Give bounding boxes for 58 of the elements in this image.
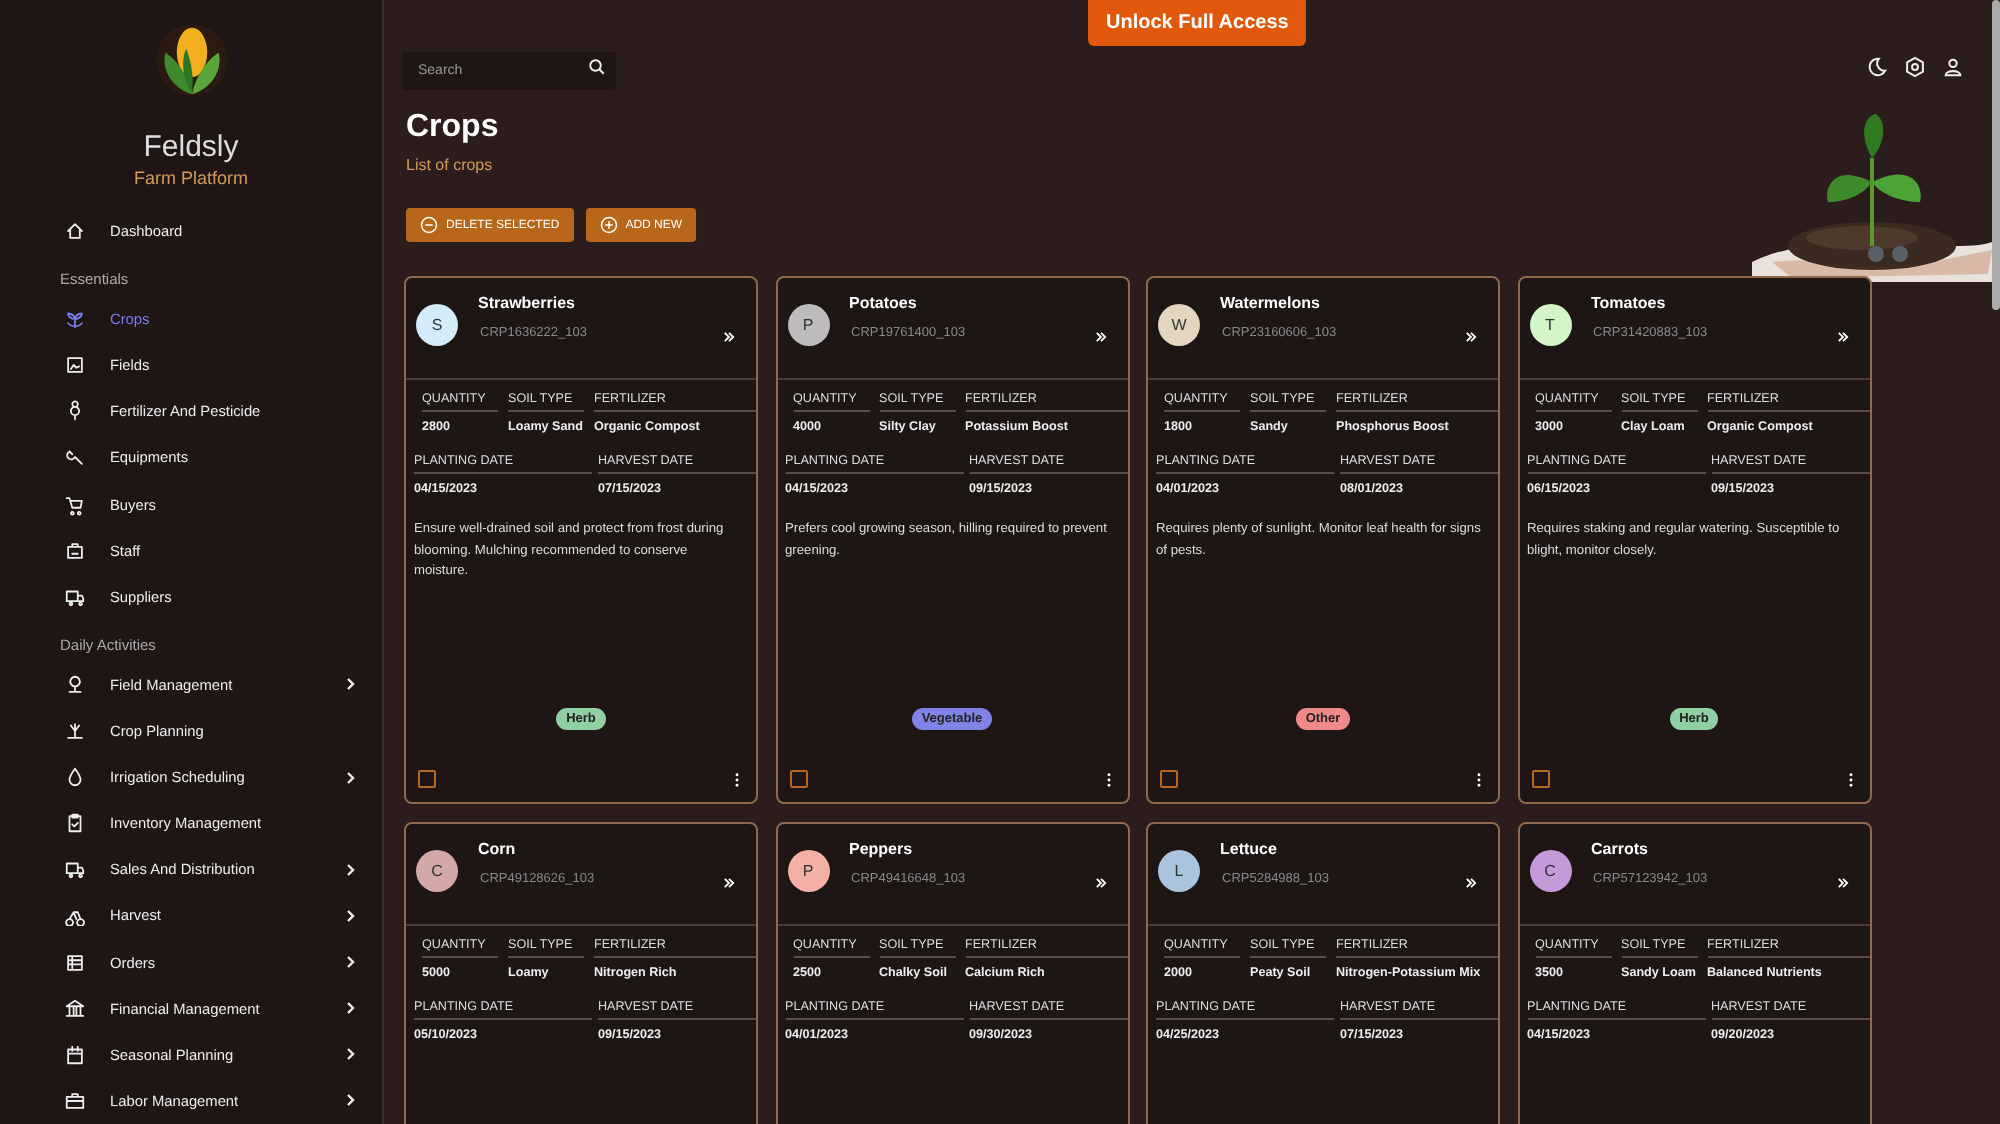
avatar: T [1529, 304, 1571, 346]
brand-tagline: Farm Platform [133, 168, 248, 188]
calendar-icon [64, 1043, 86, 1066]
avatar: P [787, 304, 829, 346]
list-icon [64, 951, 86, 974]
brand-name: Feldsly [143, 130, 239, 164]
bank-icon [64, 997, 86, 1020]
truck-icon [64, 858, 86, 881]
checkbox[interactable] [1160, 770, 1178, 788]
avatar: C [1529, 850, 1571, 892]
drop-icon [64, 766, 86, 789]
home-icon [64, 220, 86, 243]
wrench-icon [64, 446, 86, 469]
double-chevron-icon[interactable] [1093, 330, 1107, 344]
image-icon [64, 354, 86, 377]
more-icon[interactable] [1476, 771, 1482, 787]
crop-name: Lettuce [1220, 840, 1279, 858]
plus-circle-icon [599, 216, 618, 234]
briefcase-icon [64, 1089, 86, 1112]
checkbox[interactable] [1531, 770, 1549, 788]
logo-icon [153, 20, 229, 100]
avatar: W [1158, 304, 1200, 346]
pin-icon [64, 673, 86, 696]
crop-name: Watermelons [1220, 294, 1322, 312]
checkbox[interactable] [418, 770, 436, 788]
double-chevron-icon[interactable] [1464, 876, 1478, 890]
scrollbar[interactable] [1992, 0, 2000, 310]
avatar: L [1158, 850, 1200, 892]
clipboard-icon [64, 812, 86, 835]
more-icon[interactable] [1105, 771, 1111, 787]
double-chevron-icon[interactable] [722, 330, 736, 344]
crop-name: Potatoes [849, 294, 919, 312]
settings-icon[interactable] [1904, 56, 1926, 78]
truck-icon [64, 585, 86, 608]
page-subtitle: List of crops [406, 156, 495, 174]
crop-name: Tomatoes [1591, 294, 1668, 312]
search-icon [588, 58, 606, 76]
unlock-button[interactable]: Unlock Full Access [1088, 0, 1307, 46]
double-chevron-icon[interactable] [722, 876, 736, 890]
double-chevron-icon[interactable] [1093, 876, 1107, 890]
moon-icon[interactable] [1866, 56, 1888, 78]
crop-name: Carrots [1591, 840, 1650, 858]
double-chevron-icon[interactable] [1835, 876, 1849, 890]
checkbox[interactable] [789, 770, 807, 788]
avatar: S [416, 304, 458, 346]
double-chevron-icon[interactable] [1464, 330, 1478, 344]
double-chevron-icon[interactable] [1835, 330, 1849, 344]
more-icon[interactable] [1847, 771, 1853, 787]
page-title: Crops [406, 110, 501, 146]
minus-circle-icon [420, 216, 438, 234]
crop-name: Strawberries [478, 294, 577, 312]
more-icon[interactable] [734, 771, 740, 787]
avatar: P [787, 850, 829, 892]
crop-name: Corn [478, 840, 518, 858]
cart-icon [64, 493, 86, 516]
user-icon[interactable] [1942, 56, 1964, 78]
avatar: C [416, 850, 458, 892]
crop-name: Peppers [849, 840, 915, 858]
